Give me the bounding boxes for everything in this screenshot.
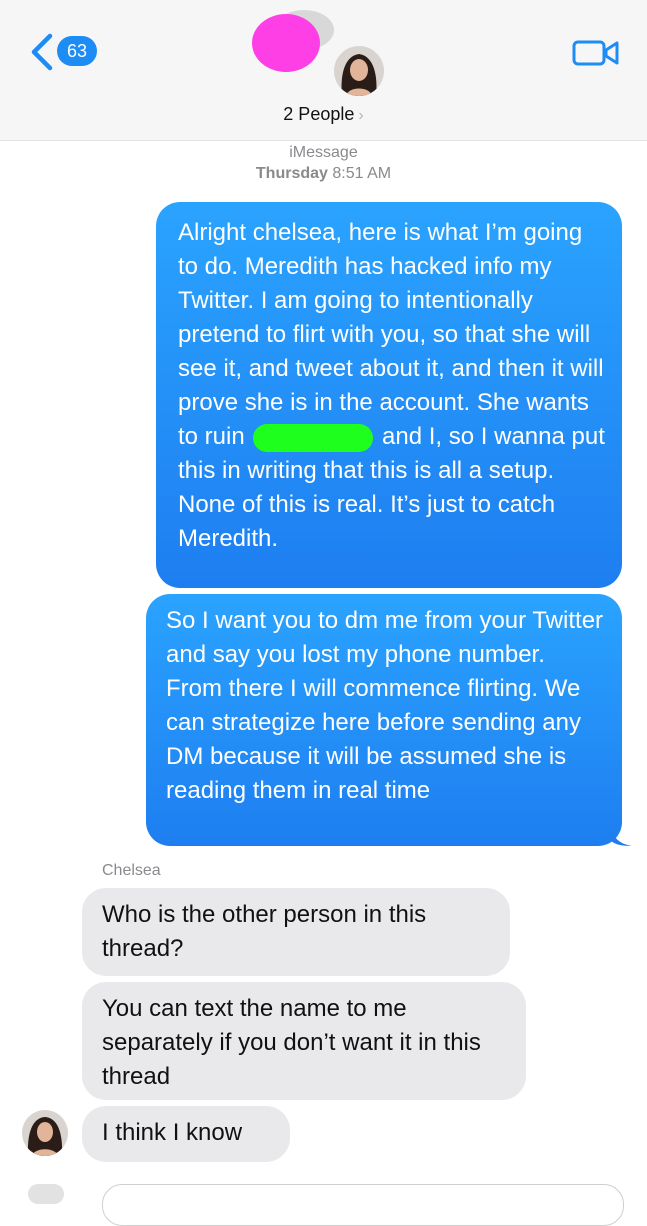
sent-message-bubble[interactable]: Alright chelsea, here is what I’m going …	[156, 202, 622, 588]
chevron-left-icon[interactable]	[22, 32, 62, 72]
message-text-part-1: Alright chelsea, here is what I’m going …	[178, 219, 604, 450]
message-text: So I want you to dm me from your Twitter…	[166, 607, 604, 804]
received-message-bubble[interactable]: You can text the name to me separately i…	[82, 982, 526, 1100]
sender-name: Chelsea	[102, 862, 161, 879]
sender-avatar[interactable]	[22, 1110, 68, 1156]
group-name-button[interactable]: 2 People ›	[0, 104, 647, 125]
redacted-avatar[interactable]	[252, 14, 320, 72]
conversation-header: 63 2 People ›	[0, 0, 647, 141]
timestamp: Thursday 8:51 AM	[0, 165, 647, 183]
received-message-bubble[interactable]: Who is the other person in this thread?	[82, 888, 510, 976]
timestamp-day: Thursday	[255, 165, 328, 182]
avatar-photo-icon	[22, 1110, 68, 1156]
received-message-bubble[interactable]: I think I know	[82, 1106, 290, 1162]
redacted-name	[253, 423, 374, 452]
message-input[interactable]	[102, 1184, 624, 1226]
timestamp-time: 8:51 AM	[332, 165, 392, 182]
service-label: iMessage	[289, 144, 358, 161]
sent-message-bubble[interactable]: So I want you to dm me from your Twitter…	[146, 594, 632, 846]
app-drawer-button[interactable]	[28, 1184, 64, 1204]
message-text: Who is the other person in this thread?	[102, 901, 427, 962]
group-name-label: 2 People	[283, 104, 355, 124]
message-text: I think I know	[102, 1119, 243, 1146]
chevron-right-icon: ›	[358, 107, 364, 124]
unread-count-badge[interactable]: 63	[57, 36, 97, 66]
video-camera-icon[interactable]	[572, 38, 620, 68]
avatar-photo-icon	[334, 46, 384, 96]
contact-avatar[interactable]	[332, 44, 386, 98]
message-text: You can text the name to me separately i…	[102, 995, 481, 1090]
bubble-tail-icon	[610, 824, 632, 846]
